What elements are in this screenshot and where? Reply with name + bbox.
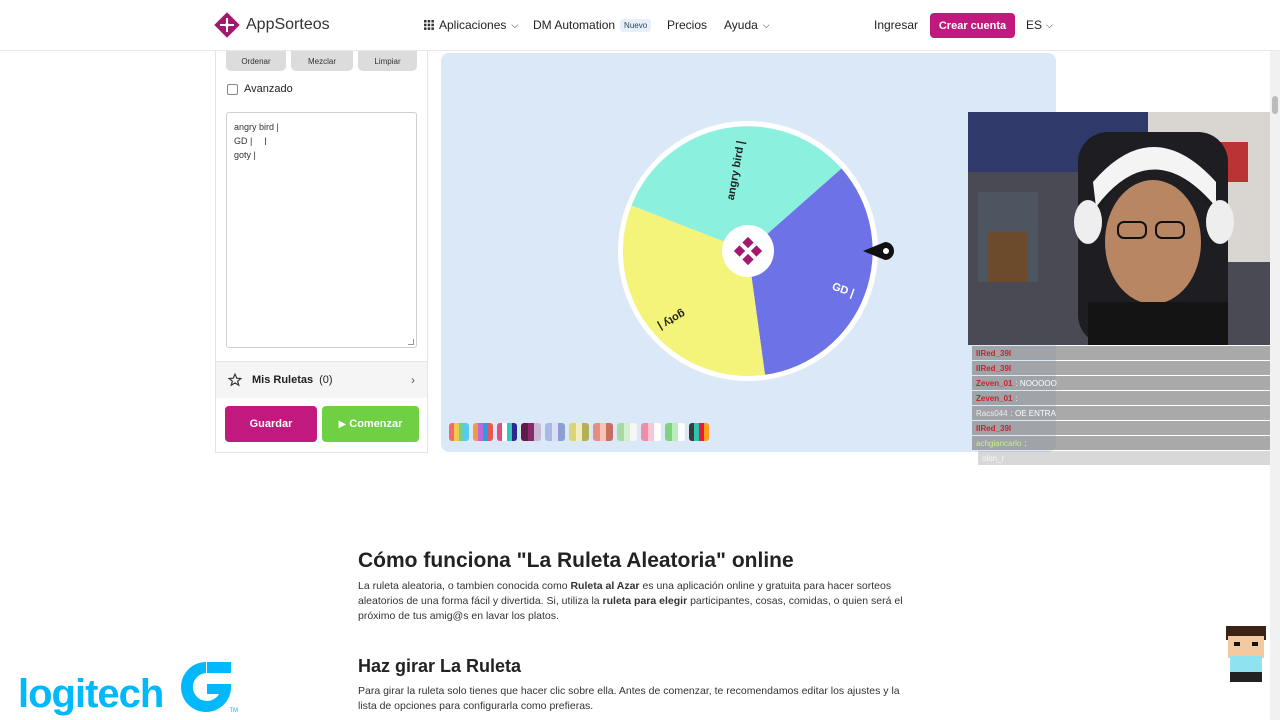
- palette-swatch[interactable]: [521, 423, 541, 441]
- chat-user: olon_r: [982, 453, 1005, 463]
- nav-label: Aplicaciones: [439, 18, 507, 32]
- page-scrollbar[interactable]: [1270, 51, 1280, 720]
- palette-swatch[interactable]: [617, 423, 637, 441]
- palette-swatch[interactable]: [689, 423, 709, 441]
- palette-swatch[interactable]: [545, 423, 565, 441]
- article-paragraph: La ruleta aleatoria, o tambien conocida …: [358, 579, 918, 624]
- entry-line: goty |: [234, 150, 256, 160]
- login-link[interactable]: Ingresar: [874, 18, 918, 32]
- chevron-down-icon: ⌵: [1046, 19, 1053, 30]
- advanced-label: Avanzado: [244, 83, 293, 95]
- webcam-overlay: [968, 112, 1280, 345]
- chat-message: achgiancarlo:: [972, 436, 1280, 450]
- nav-label: DM Automation: [533, 18, 616, 32]
- chat-message: Zeven_01:: [972, 391, 1280, 405]
- nav-label: Ayuda: [724, 18, 758, 32]
- palette-swatch[interactable]: [593, 423, 613, 441]
- options-panel: Ordenar Mezclar Limpiar Avanzado angry b…: [215, 51, 428, 453]
- brand-logo[interactable]: AppSorteos: [214, 12, 330, 38]
- top-navbar: AppSorteos Aplicaciones ⌵ DM Automation …: [0, 0, 1280, 51]
- my-wheels-row[interactable]: Mis Ruletas (0) ›: [216, 361, 427, 398]
- sort-button[interactable]: Ordenar: [226, 51, 286, 71]
- appsorteos-logo-icon: [214, 12, 240, 38]
- chat-message: olon_r: [978, 451, 1280, 465]
- chevron-down-icon: ⌵: [511, 19, 519, 30]
- new-badge: Nuevo: [620, 18, 652, 32]
- palette-swatch[interactable]: [497, 423, 517, 441]
- palette-swatch[interactable]: [665, 423, 685, 441]
- trademark-mark: TM: [229, 708, 239, 714]
- my-wheels-count: (0): [319, 374, 333, 386]
- chevron-down-icon: ⌵: [762, 19, 770, 30]
- resize-handle-icon[interactable]: [408, 339, 414, 345]
- language-selector[interactable]: ES ⌵: [1026, 18, 1053, 32]
- advanced-toggle[interactable]: Avanzado: [227, 83, 293, 95]
- nav-ayuda[interactable]: Ayuda ⌵: [724, 18, 770, 32]
- palette-swatch[interactable]: [449, 423, 469, 441]
- pixel-mascot-icon: [1226, 626, 1266, 682]
- start-button[interactable]: ▶ Comenzar: [322, 406, 419, 442]
- chat-message: IIRed_39I: [972, 361, 1280, 375]
- start-label: Comenzar: [349, 418, 403, 430]
- advanced-checkbox[interactable]: [227, 83, 238, 95]
- chat-user: IIRed_39I: [976, 348, 1012, 358]
- chat-text: : OE ENTRA: [1010, 408, 1056, 418]
- chat-user: Racs044: [976, 408, 1008, 418]
- text-cursor-icon: I: [264, 136, 268, 148]
- palette-swatch[interactable]: [569, 423, 589, 441]
- chat-text: : NOOOOO: [1015, 378, 1057, 388]
- grid-icon: [424, 20, 434, 30]
- signup-button[interactable]: Crear cuenta: [930, 13, 1015, 38]
- logitech-logo: logitech TM: [18, 658, 238, 716]
- palette-swatch[interactable]: [641, 423, 661, 441]
- sponsor-wordmark: logitech: [18, 672, 164, 716]
- article-heading: Cómo funciona "La Ruleta Aleatoria" onli…: [358, 549, 794, 572]
- save-button[interactable]: Guardar: [225, 406, 317, 442]
- play-icon: ▶: [338, 418, 347, 430]
- login-label: Ingresar: [874, 18, 919, 32]
- nav-label: Precios: [667, 18, 708, 32]
- chat-user: Zeven_01: [976, 378, 1013, 388]
- my-wheels-label: Mis Ruletas: [252, 374, 314, 386]
- logitech-g-icon: [181, 662, 232, 712]
- star-icon: [228, 373, 242, 387]
- chat-message: IIRed_39I: [972, 421, 1280, 435]
- entries-textarea[interactable]: angry bird | GD | goty | I: [226, 112, 417, 348]
- wheel-container: angry bird | GD | goty |: [441, 53, 1056, 452]
- chat-user: achgiancarlo: [976, 438, 1022, 448]
- section-heading: Haz girar La Ruleta: [358, 656, 522, 676]
- nav-dm-automation[interactable]: DM Automation Nuevo: [533, 18, 652, 32]
- palette-swatch[interactable]: [473, 423, 493, 441]
- brand-name: AppSorteos: [246, 16, 330, 33]
- chevron-right-icon: ›: [411, 373, 415, 387]
- shuffle-button[interactable]: Mezclar: [291, 51, 353, 71]
- chat-message: Racs044: OE ENTRA: [972, 406, 1280, 420]
- chat-user: IIRed_39I: [976, 363, 1012, 373]
- section-paragraph: Para girar la ruleta solo tienes que hac…: [358, 685, 900, 712]
- color-palette: [449, 423, 709, 441]
- nav-aplicaciones[interactable]: Aplicaciones ⌵: [424, 18, 518, 32]
- entry-line: angry bird |: [234, 122, 279, 132]
- chat-message: IIRed_39I: [972, 346, 1280, 360]
- chat-user: Zeven_01: [976, 393, 1013, 403]
- scrollbar-thumb[interactable]: [1272, 96, 1278, 114]
- nav-precios[interactable]: Precios: [667, 18, 707, 32]
- language-label: ES: [1026, 18, 1043, 32]
- chat-text: :: [1024, 438, 1027, 448]
- spin-wheel[interactable]: angry bird | GD | goty |: [613, 121, 903, 391]
- bold-text: ruleta para elegir: [602, 595, 688, 607]
- stream-chat: IIRed_39I IIRed_39I Zeven_01: NOOOOO Zev…: [972, 346, 1280, 466]
- clear-button[interactable]: Limpiar: [358, 51, 417, 71]
- bold-text: Ruleta al Azar: [570, 580, 640, 592]
- chat-text: :: [1015, 393, 1018, 403]
- text-run: La ruleta aleatoria, o tambien conocida …: [358, 580, 571, 592]
- chat-message: Zeven_01: NOOOOO: [972, 376, 1280, 390]
- entry-line: GD |: [234, 136, 253, 146]
- chat-user: IIRed_39I: [976, 423, 1012, 433]
